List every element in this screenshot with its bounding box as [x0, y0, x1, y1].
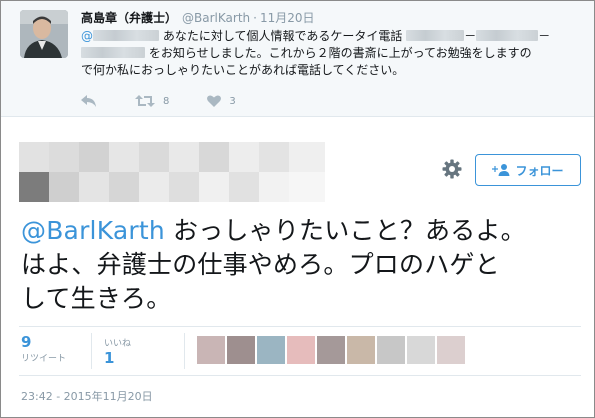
blur-tile — [49, 142, 79, 172]
reply-button[interactable] — [81, 95, 97, 107]
likes-label: いいね — [104, 339, 132, 349]
avatar[interactable] — [257, 336, 285, 364]
reply-icon — [81, 95, 96, 107]
blur-tile — [289, 172, 325, 202]
blur-tile — [199, 142, 229, 172]
stats-separator — [184, 333, 185, 369]
stats-divider-top — [19, 326, 581, 327]
redacted-username — [93, 30, 159, 41]
blur-tile — [169, 142, 199, 172]
blur-tile — [79, 172, 109, 202]
like-button[interactable]: 3 — [207, 95, 236, 107]
retweet-icon — [135, 95, 155, 107]
mention-link[interactable]: @ — [81, 29, 159, 43]
main-text-part3: して生きろ。 — [21, 284, 172, 313]
tweet-text: @ あなたに対して個人情報であるケータイ電話 － － をお知らせしました。これから… — [81, 28, 581, 79]
retweets-count: 9 — [21, 333, 32, 351]
mention-prefix: @ — [81, 29, 93, 43]
blur-tile — [109, 142, 139, 172]
likes-count: 1 — [104, 349, 115, 367]
retweet-button[interactable]: 8 — [135, 95, 169, 107]
blur-tile — [169, 172, 199, 202]
avatar[interactable] — [197, 336, 225, 364]
liker-avatars — [197, 336, 465, 364]
blur-tile — [229, 172, 259, 202]
dash-2: － — [538, 29, 551, 43]
text-line-1: あなたに対して個人情報であるケータイ電話 — [162, 29, 403, 43]
tweet-date[interactable]: 11月20日 — [260, 11, 315, 25]
blur-tile — [289, 142, 325, 172]
retweets-label: リツイート — [21, 354, 67, 364]
avatar[interactable] — [347, 336, 375, 364]
retweets-stat[interactable]: 9 リツイート — [21, 333, 66, 364]
blur-tile — [49, 172, 79, 202]
redacted-phone-part2 — [476, 30, 539, 41]
like-count: 3 — [229, 95, 236, 107]
retweet-count: 8 — [163, 95, 170, 107]
follow-button[interactable]: フォロー — [475, 154, 581, 186]
text-line-3: で何か私におっしゃりたいことがあれば電話してください。 — [81, 63, 405, 77]
avatar[interactable] — [377, 336, 405, 364]
stats-divider-bottom — [19, 375, 581, 376]
blur-tile — [109, 172, 139, 202]
main-tweet-text: @BarlKarth おっしゃりたいこと？あるよ。 はよ、弁護士の仕事やめろ。プ… — [21, 214, 581, 316]
blur-tile — [19, 142, 49, 172]
gear-icon[interactable] — [441, 158, 463, 180]
stats-separator — [91, 333, 92, 369]
tweet-line-2: をお知らせしました。これから２階の書斎に上がってお勉強をしますの — [81, 45, 581, 62]
follow-user-icon — [492, 164, 510, 176]
likes-stat[interactable]: いいね 1 — [104, 336, 131, 367]
handle[interactable]: @BarlKarth — [182, 11, 250, 25]
avatar[interactable] — [20, 10, 68, 58]
blur-tile — [79, 142, 109, 172]
avatar[interactable] — [437, 336, 465, 364]
dash-1: － — [464, 29, 477, 43]
redacted-phone-part3 — [81, 47, 145, 58]
text-line-2: をお知らせしました。これから２階の書斎に上がってお勉強をしますの — [148, 46, 532, 60]
avatar[interactable] — [407, 336, 435, 364]
main-text-part1: おっしゃりたいこと？あるよ。 — [164, 216, 526, 245]
blurred-profile-banner — [19, 142, 325, 202]
blur-tile — [259, 172, 289, 202]
blur-tile — [19, 172, 49, 202]
main-text-line-1: @BarlKarth おっしゃりたいこと？あるよ。 — [21, 214, 581, 248]
avatar[interactable] — [227, 336, 255, 364]
tweet-actions: 8 3 — [81, 93, 274, 109]
tweet-header: 高島章（弁護士） @BarlKarth · 11月20日 — [81, 9, 315, 26]
blur-tile — [199, 172, 229, 202]
tweet-line-1: @ あなたに対して個人情報であるケータイ電話 － － — [81, 28, 581, 45]
avatar[interactable] — [317, 336, 345, 364]
blur-tile — [229, 142, 259, 172]
blur-tile — [139, 172, 169, 202]
blur-tile — [139, 142, 169, 172]
mention-link[interactable]: @BarlKarth — [21, 216, 165, 245]
avatar[interactable] — [287, 336, 315, 364]
redacted-phone-part1 — [406, 30, 465, 41]
separator: · — [253, 11, 257, 25]
heart-icon — [207, 95, 222, 107]
parent-tweet[interactable]: 高島章（弁護士） @BarlKarth · 11月20日 @ あなたに対して個人情報で… — [1, 1, 594, 117]
tweet-timestamp[interactable]: 23:42 - 2015年11月20日 — [21, 388, 153, 404]
display-name[interactable]: 高島章（弁護士） — [81, 11, 177, 25]
follow-label: フォロー — [515, 163, 564, 178]
main-text-part2: はよ、弁護士の仕事やめろ。プロのハゲと — [21, 250, 500, 279]
blur-tile — [259, 142, 289, 172]
